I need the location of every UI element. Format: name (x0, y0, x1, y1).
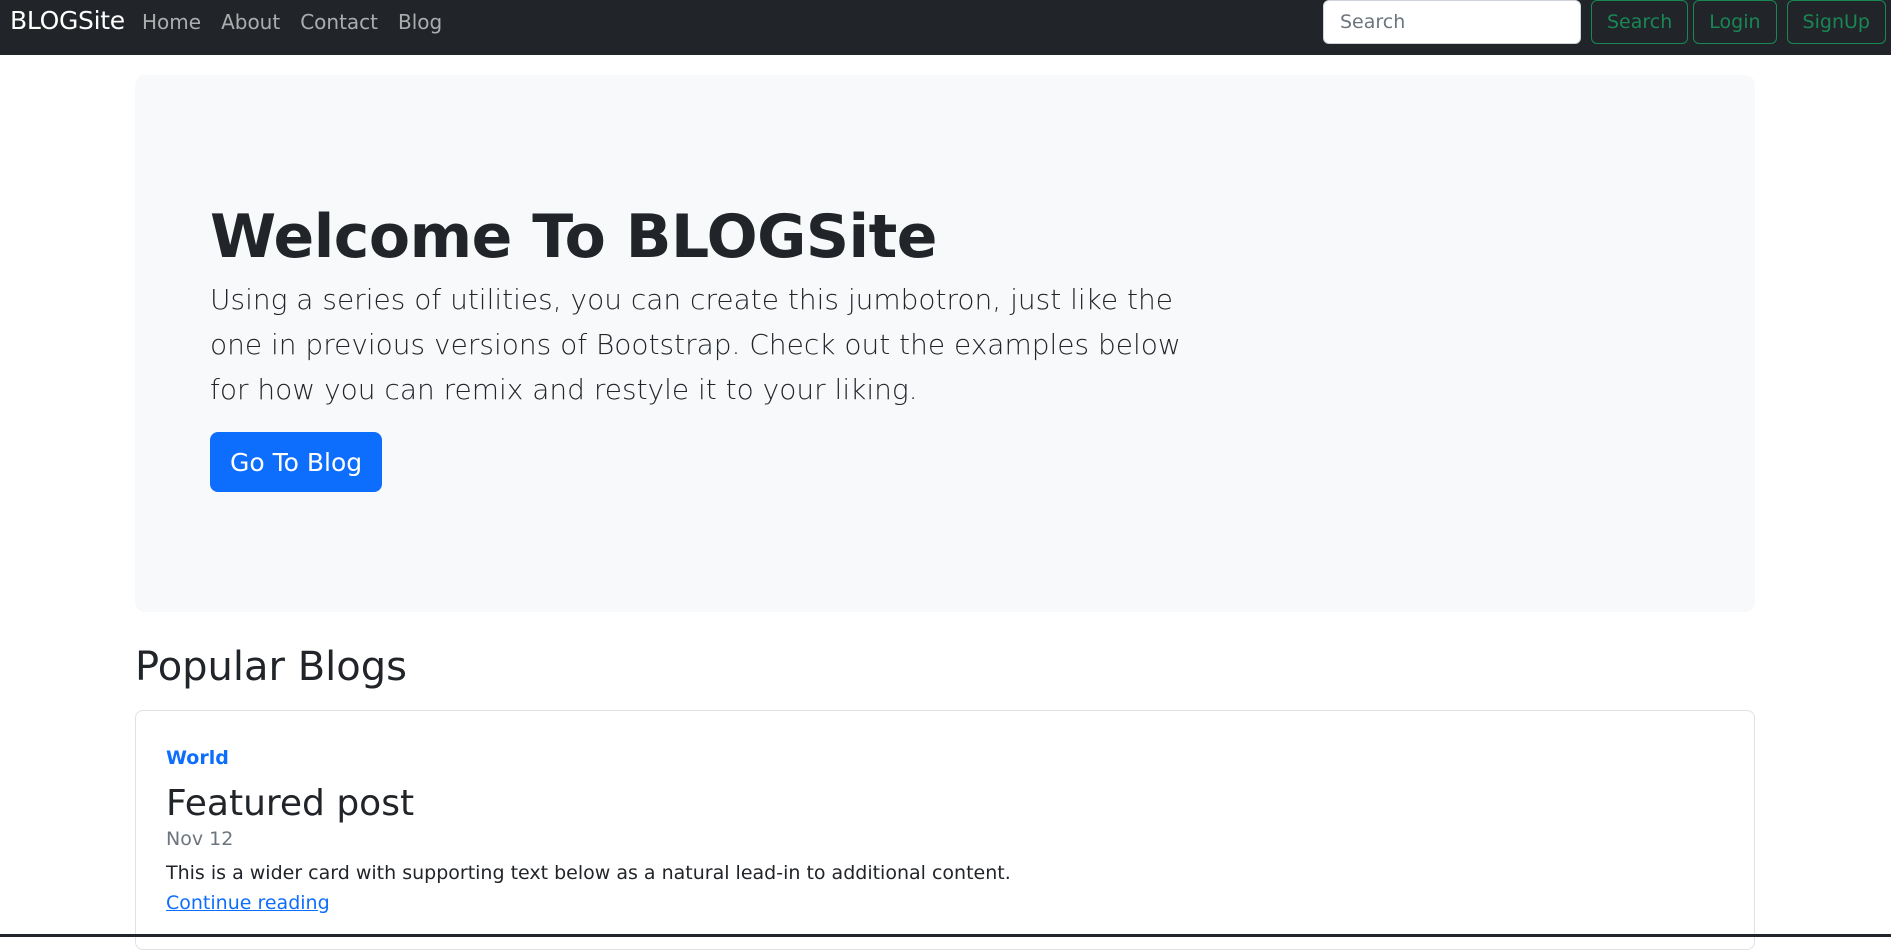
navbar: BLOGSite Home About Contact Blog Search … (0, 0, 1891, 55)
go-to-blog-button[interactable]: Go To Blog (210, 432, 383, 492)
featured-post-card: World Featured post Nov 12 This is a wid… (135, 710, 1755, 950)
card-text: This is a wider card with supporting tex… (166, 862, 1011, 884)
card-title: Featured post (166, 783, 415, 824)
login-button[interactable]: Login (1693, 0, 1777, 44)
card-date: Nov 12 (166, 828, 234, 850)
nav-link-about[interactable]: About (221, 11, 280, 33)
hero-title: Welcome To BLOGSite (210, 202, 938, 272)
continue-reading-link[interactable]: Continue reading (166, 892, 330, 914)
signup-button[interactable]: SignUp (1786, 0, 1886, 44)
search-input[interactable] (1323, 0, 1581, 44)
nav-actions: Search Login SignUp (1323, 0, 1886, 44)
hero-lead-text: Using a series of utilities, you can cre… (210, 283, 1181, 406)
popular-blogs-heading: Popular Blogs (135, 644, 407, 690)
card-category: World (166, 747, 229, 769)
nav-link-contact[interactable]: Contact (300, 11, 378, 33)
hero-jumbotron: Welcome To BLOGSite Using a series of ut… (135, 75, 1755, 612)
brand-logo[interactable]: BLOGSite (10, 8, 125, 34)
search-button[interactable]: Search (1591, 0, 1689, 44)
nav-link-blog[interactable]: Blog (398, 11, 442, 33)
nav-links: Home About Contact Blog (142, 11, 462, 33)
nav-link-home[interactable]: Home (142, 11, 201, 33)
